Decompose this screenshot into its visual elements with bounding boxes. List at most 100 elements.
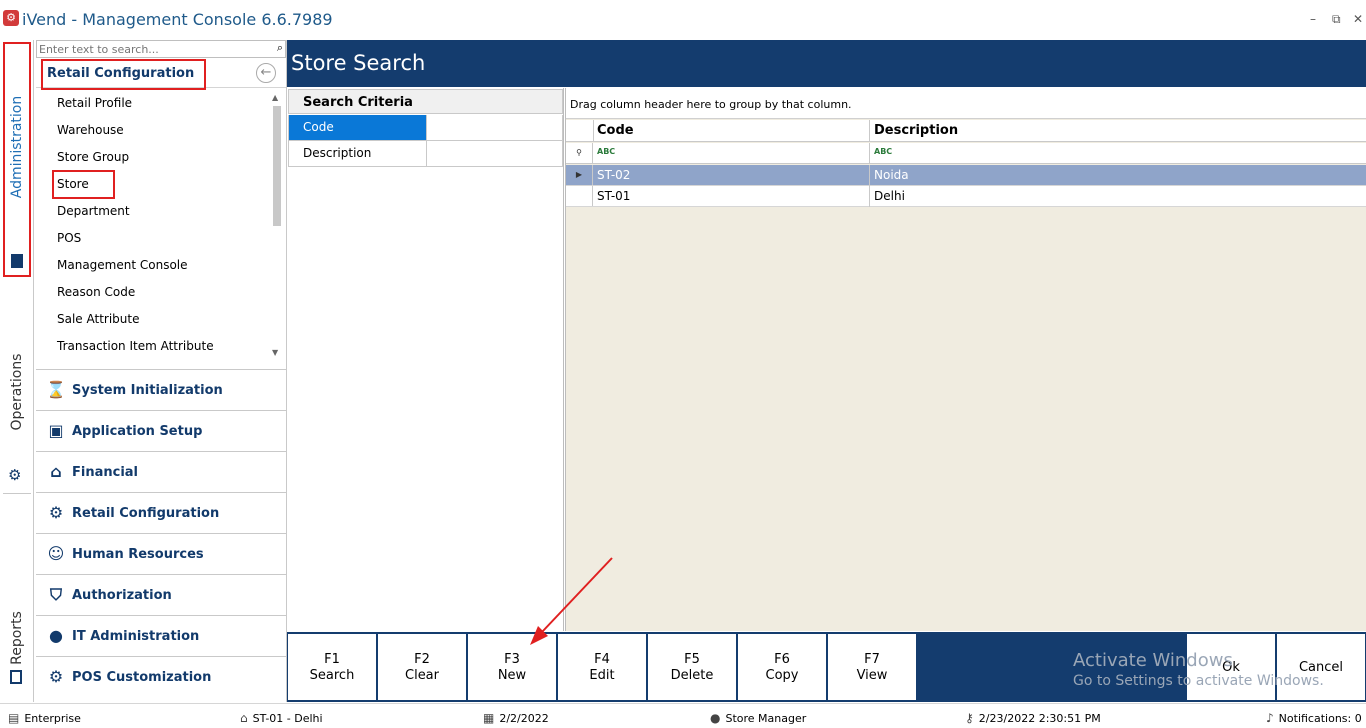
delete-button[interactable]: F5 Delete <box>648 634 736 700</box>
criteria-row-code[interactable]: Code <box>288 115 563 141</box>
code-field[interactable] <box>428 115 562 140</box>
table-row[interactable]: ST-01 Delhi <box>566 186 1366 207</box>
nav-item-department[interactable]: Department <box>57 204 130 218</box>
nav-group-header: Retail Configuration ← <box>36 59 286 90</box>
nav-section-label: System Initialization <box>72 383 223 398</box>
status-company-text: Enterprise <box>24 712 81 725</box>
search-criteria-panel: Search Criteria Code Description <box>287 88 564 631</box>
close-icon[interactable]: ✕ <box>1353 12 1363 26</box>
nav-section-label: Retail Configuration <box>72 506 220 521</box>
nav-item-retail-profile[interactable]: Retail Profile <box>57 96 132 110</box>
scroll-down-icon[interactable]: ▼ <box>272 348 278 357</box>
status-user-text: Store Manager <box>725 712 807 725</box>
column-header-description[interactable]: Description <box>874 123 958 138</box>
content-header: Store Search <box>287 40 1366 87</box>
status-notifications-text: Notifications: 0 <box>1278 712 1362 725</box>
navigation-panel: ⌕ Retail Configuration ← Retail Profile … <box>35 40 287 702</box>
grid-header-row: Code Description <box>566 120 1366 142</box>
cell-description: Noida <box>874 168 909 182</box>
fkey-code: F3 <box>504 652 520 667</box>
building-icon: ▤ <box>8 711 20 725</box>
fkey-code: F4 <box>594 652 610 667</box>
nav-item-reason-code[interactable]: Reason Code <box>57 285 135 299</box>
column-header-code[interactable]: Code <box>597 123 634 138</box>
view-button[interactable]: F7 View <box>828 634 916 700</box>
status-user: ● Store Manager <box>710 711 806 725</box>
nav-section-application-setup[interactable]: ▣ Application Setup <box>36 410 286 451</box>
scroll-thumb[interactable] <box>273 106 281 226</box>
calendar-icon: ▦ <box>483 711 495 725</box>
tab-operations[interactable]: Operations ⚙ <box>3 284 31 494</box>
group-by-panel[interactable]: Drag column header here to group by that… <box>566 88 1366 119</box>
nav-item-store-group[interactable]: Store Group <box>57 150 129 164</box>
status-notifications[interactable]: ♪ Notifications: 0 <box>1266 711 1362 725</box>
nav-item-pos[interactable]: POS <box>57 231 81 245</box>
row-indicator-icon: ▶ <box>566 165 593 185</box>
description-filter-icon[interactable]: ABC <box>874 147 892 156</box>
cell-description: Delhi <box>874 189 905 203</box>
status-date: ▦ 2/2/2022 <box>483 711 549 725</box>
title-bar: ⚙ iVend - Management Console 6.6.7989 – … <box>0 0 1366 40</box>
criteria-row-description[interactable]: Description <box>288 141 563 167</box>
store-icon: ⌂ <box>240 711 248 725</box>
fkey-code: F1 <box>324 652 340 667</box>
gear-icon: ⚙ <box>8 466 22 484</box>
nav-section-retail-configuration[interactable]: ⚙ Retail Configuration <box>36 492 286 533</box>
nav-item-warehouse[interactable]: Warehouse <box>57 123 124 137</box>
ok-button[interactable]: Ok <box>1187 634 1275 700</box>
app-title: iVend - Management Console 6.6.7989 <box>22 10 333 29</box>
nav-search-box: ⌕ <box>36 40 286 58</box>
nav-item-management-console[interactable]: Management Console <box>57 258 188 272</box>
fkey-label: View <box>856 668 888 683</box>
criteria-label-code: Code <box>289 115 427 140</box>
nav-section-it-administration[interactable]: ● IT Administration <box>36 615 286 656</box>
nav-section-human-resources[interactable]: ☺ Human Resources <box>36 533 286 574</box>
nav-sub-items: Retail Profile Warehouse Store Group Sto… <box>35 89 285 364</box>
status-store: ⌂ ST-01 - Delhi <box>240 711 323 725</box>
status-login-time: ⚷ 2/23/2022 2:30:51 PM <box>965 711 1101 725</box>
shield-icon: ⛉ <box>49 585 62 604</box>
nav-section-system-initialization[interactable]: ⌛ System Initialization <box>36 369 286 410</box>
tab-operations-label: Operations <box>9 353 25 431</box>
clear-button[interactable]: F2 Clear <box>378 634 466 700</box>
function-key-toolbar: F1 Search F2 Clear F3 New F4 Edit F5 Delete F… <box>287 632 1366 702</box>
scroll-up-icon[interactable]: ▲ <box>272 93 278 102</box>
admin-icon <box>11 254 23 268</box>
nav-scrollbar[interactable]: ▲ ▼ <box>270 90 284 362</box>
nav-item-sale-attribute[interactable]: Sale Attribute <box>57 312 140 326</box>
search-criteria-header: Search Criteria <box>288 89 563 114</box>
back-arrow-icon[interactable]: ← <box>256 63 276 83</box>
fkey-code: F2 <box>414 652 430 667</box>
bell-icon: ♪ <box>1266 711 1274 725</box>
tab-administration-label: Administration <box>9 95 25 199</box>
nav-item-store[interactable]: Store <box>57 177 89 191</box>
code-filter-icon[interactable]: ABC <box>597 147 615 156</box>
nav-section-label: Authorization <box>72 588 172 603</box>
nav-search-input[interactable] <box>37 41 265 57</box>
new-button[interactable]: F3 New <box>468 634 556 700</box>
tab-administration[interactable]: Administration <box>3 42 31 277</box>
nav-section-financial[interactable]: ⌂ Financial <box>36 451 286 492</box>
search-button[interactable]: F1 Search <box>288 634 376 700</box>
side-tab-bar: Administration Operations ⚙ Reports <box>0 40 34 702</box>
nav-item-transaction-item-attribute[interactable]: Transaction Item Attribute <box>57 339 214 353</box>
search-icon[interactable]: ⌕ <box>277 41 283 55</box>
edit-button[interactable]: F4 Edit <box>558 634 646 700</box>
restore-icon[interactable]: ⧉ <box>1332 12 1341 27</box>
report-icon <box>10 670 22 684</box>
minimize-icon[interactable]: – <box>1310 12 1316 26</box>
filter-pin-icon: ⚲ <box>566 143 593 163</box>
nav-section-label: Human Resources <box>72 547 204 562</box>
tab-reports[interactable]: Reports <box>3 502 31 700</box>
description-field[interactable] <box>428 141 562 166</box>
cancel-button[interactable]: Cancel <box>1277 634 1365 700</box>
gears-icon: ⚙ <box>48 503 64 522</box>
copy-button[interactable]: F6 Copy <box>738 634 826 700</box>
cell-code: ST-01 <box>597 189 631 203</box>
table-row[interactable]: ▶ ST-02 Noida <box>566 165 1366 186</box>
cell-code: ST-02 <box>597 168 631 182</box>
nav-section-authorization[interactable]: ⛉ Authorization <box>36 574 286 615</box>
criteria-label-description: Description <box>289 141 427 166</box>
fkey-label: Clear <box>405 668 439 683</box>
nav-section-pos-customization[interactable]: ⚙ POS Customization <box>36 656 286 702</box>
